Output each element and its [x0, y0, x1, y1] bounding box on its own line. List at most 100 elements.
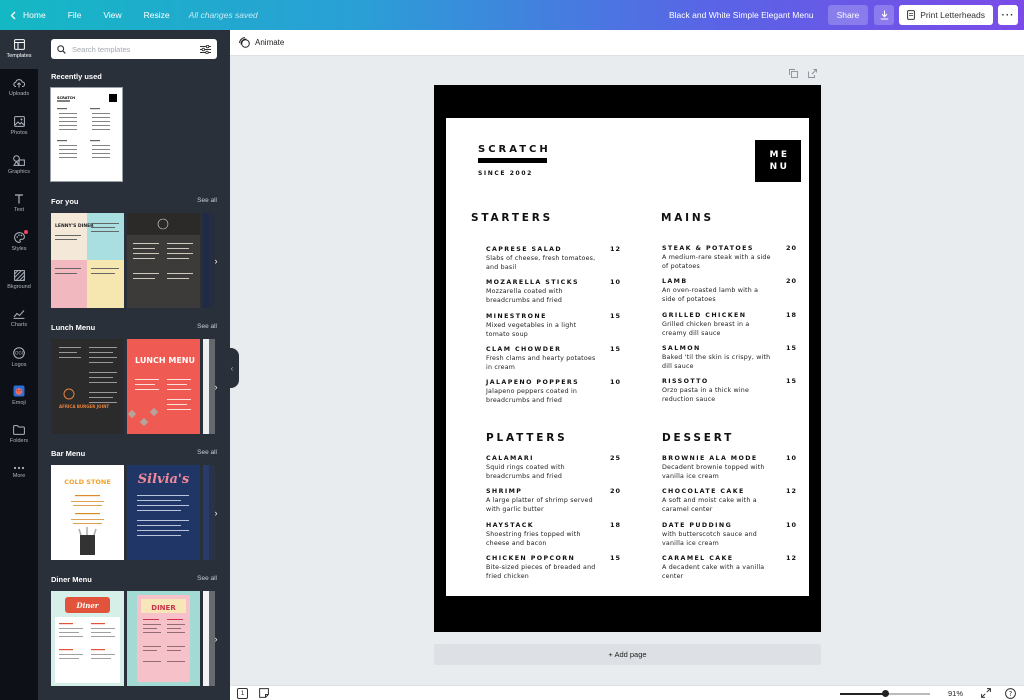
- rail-text[interactable]: Text: [0, 184, 38, 223]
- resize-menu[interactable]: Resize: [133, 10, 181, 20]
- menu-category-title[interactable]: DESSERT: [662, 432, 734, 444]
- see-all-link[interactable]: See all: [197, 323, 217, 332]
- rail-label: Templates: [6, 53, 32, 60]
- menu-brand[interactable]: SCRATCH: [478, 144, 551, 155]
- menu-card[interactable]: SCRATCH SINCE 2002 ME NU STARTERS CAPRESE…: [446, 118, 809, 596]
- menu-item-price: 15: [785, 377, 797, 386]
- template-thumb-coffee[interactable]: [127, 213, 200, 308]
- print-button[interactable]: Print Letterheads: [899, 5, 993, 25]
- rail-uploads[interactable]: Uploads: [0, 69, 38, 108]
- animate-button[interactable]: Animate: [239, 37, 284, 48]
- menu-item[interactable]: CHOCOLATE CAKE 12 A soft and moist cake wi…: [662, 487, 797, 514]
- menu-item[interactable]: RISSOTTO 15 Orzo pasta in a thick wine red…: [662, 377, 797, 404]
- menu-category-title[interactable]: STARTERS: [471, 212, 553, 224]
- design-page[interactable]: SCRATCH SINCE 2002 ME NU STARTERS CAPRESE…: [434, 85, 821, 632]
- menu-item[interactable]: DATE PUDDING 10 with butterscotch sauce an…: [662, 521, 797, 548]
- menu-item[interactable]: GRILLED CHICKEN 18 Grilled chicken breast …: [662, 311, 797, 338]
- home-button[interactable]: Home: [10, 10, 57, 20]
- rail-background[interactable]: Bkground: [0, 261, 38, 300]
- zoom-level[interactable]: 91%: [948, 689, 963, 698]
- collapse-panel-handle[interactable]: ‹: [225, 348, 239, 388]
- template-search[interactable]: [51, 39, 217, 59]
- section-recent: Recently used: [51, 72, 217, 81]
- menu-item[interactable]: MINESTRONE 15 Mixed vegetables in a light …: [486, 312, 621, 339]
- template-thumb-diner[interactable]: Diner: [51, 591, 124, 686]
- template-thumb-africa[interactable]: AFRICA BURGER JOINT: [51, 339, 124, 434]
- rail-label: Styles: [11, 245, 27, 252]
- top-actions: Black and White Simple Elegant Menu Shar…: [669, 5, 1024, 25]
- animate-icon: [239, 37, 250, 48]
- menu-item[interactable]: MOZARELLA STICKS 10 Mozzarella coated with…: [486, 278, 621, 305]
- menu-since[interactable]: SINCE 2002: [478, 170, 533, 177]
- rail-charts[interactable]: Charts: [0, 300, 38, 339]
- see-all-link[interactable]: See all: [197, 449, 217, 458]
- menu-item[interactable]: SHRIMP 20 A large platter of shrimp served…: [486, 487, 621, 514]
- menu-item[interactable]: CALAMARI 25 Squid rings coated with breadc…: [486, 454, 621, 481]
- menu-item[interactable]: HAYSTACK 18 Shoestring fries topped with c…: [486, 521, 621, 548]
- row-next-arrow[interactable]: ›: [209, 465, 223, 560]
- add-page-button[interactable]: + Add page: [434, 644, 821, 665]
- menu-item-description: A soft and moist cake with a caramel cen…: [662, 497, 757, 514]
- chevron-left-icon: [10, 11, 16, 19]
- zoom-slider-handle[interactable]: [881, 690, 889, 697]
- rail-templates[interactable]: Templates: [0, 30, 38, 69]
- zoom-slider[interactable]: [840, 690, 930, 697]
- fullscreen-icon[interactable]: [981, 688, 991, 698]
- menu-category-title[interactable]: MAINS: [661, 212, 714, 224]
- template-thumb-scratch[interactable]: SCRATCH: [50, 87, 123, 182]
- add-new-page-button[interactable]: [808, 69, 817, 78]
- menu-logo-block[interactable]: ME NU: [755, 140, 801, 182]
- menu-item[interactable]: BROWNIE ALA MODE 10 Decadent brownie toppe…: [662, 454, 797, 481]
- rail-styles[interactable]: Styles: [0, 223, 38, 262]
- row-next-arrow[interactable]: ›: [209, 213, 223, 308]
- menu-item-description: An oven-roasted lamb with a side of pota…: [662, 287, 759, 304]
- help-icon[interactable]: ?: [1005, 688, 1016, 699]
- menu-item[interactable]: CHICKEN POPCORN 15 Bite-sized pieces of br…: [486, 554, 621, 581]
- more-options-button[interactable]: ···: [998, 5, 1018, 25]
- rail-more[interactable]: More: [0, 454, 38, 493]
- brand-underline[interactable]: [478, 158, 547, 163]
- see-all-link[interactable]: See all: [197, 197, 217, 206]
- template-thumb-diner-pink[interactable]: DINER: [127, 591, 200, 686]
- menu-item[interactable]: JALAPENO POPPERS 10 Jalapeno peppers coate…: [486, 378, 621, 405]
- filter-icon[interactable]: [200, 44, 211, 54]
- rail-logos[interactable]: LOGO Logos: [0, 338, 38, 377]
- menu-item[interactable]: CAPRESE SALAD 12 Slabs of cheese, fresh to…: [486, 245, 621, 272]
- row-next-arrow[interactable]: ›: [209, 339, 223, 434]
- templates-panel: Recently used SCRATCH For you See all: [38, 30, 230, 700]
- search-input[interactable]: [72, 44, 200, 54]
- section-title: Lunch Menu: [51, 323, 96, 332]
- for-you-row: LENNY'S DINER: [51, 213, 218, 308]
- view-menu[interactable]: View: [92, 10, 132, 20]
- rail-photos[interactable]: Photos: [0, 107, 38, 146]
- menu-item[interactable]: SALMON 15 Baked 'til the skin is crispy, w…: [662, 344, 797, 371]
- template-thumb-lennys[interactable]: LENNY'S DINER: [51, 213, 124, 308]
- menu-item[interactable]: CARAMEL CAKE 12 A decadent cake with a van…: [662, 554, 797, 581]
- rail-emoji[interactable]: Emoji: [0, 377, 38, 416]
- menu-item-name: GRILLED CHICKEN: [662, 311, 747, 319]
- download-button[interactable]: [874, 5, 895, 25]
- share-button[interactable]: Share: [827, 5, 869, 25]
- menu-item[interactable]: CLAM CHOWDER 15 Fresh clams and hearty pot…: [486, 345, 621, 372]
- menu-item-description: Slabs of cheese, fresh tomatoes, and bas…: [486, 255, 596, 271]
- thumb-title: LUNCH MENU: [135, 356, 195, 365]
- menu-item-price: 18: [609, 520, 621, 529]
- menu-item-name: CLAM CHOWDER: [486, 345, 562, 353]
- page-indicator[interactable]: 1: [237, 688, 248, 699]
- template-thumb-cold-stone[interactable]: COLD STONE: [51, 465, 124, 560]
- row-next-arrow[interactable]: ›: [209, 591, 223, 686]
- template-thumb-lunch-menu[interactable]: LUNCH MENU: [127, 339, 200, 434]
- menu-item[interactable]: LAMB 20 An oven-roasted lamb with a side o…: [662, 277, 797, 304]
- see-all-link[interactable]: See all: [197, 575, 217, 584]
- template-thumb-silvias[interactable]: Silvia's: [127, 465, 200, 560]
- notes-icon[interactable]: [259, 688, 269, 698]
- menu-category-title[interactable]: PLATTERS: [486, 432, 567, 444]
- bottom-bar: 1 91% ?: [230, 685, 1024, 700]
- chevron-left-icon: ‹: [230, 363, 234, 373]
- file-menu[interactable]: File: [57, 10, 93, 20]
- menu-item[interactable]: STEAK & POTATOES 20 A medium-rare steak wi…: [662, 244, 797, 271]
- duplicate-page-button[interactable]: [789, 69, 798, 78]
- rail-folders[interactable]: Folders: [0, 415, 38, 454]
- document-title[interactable]: Black and White Simple Elegant Menu: [669, 10, 814, 20]
- rail-graphics[interactable]: Graphics: [0, 146, 38, 185]
